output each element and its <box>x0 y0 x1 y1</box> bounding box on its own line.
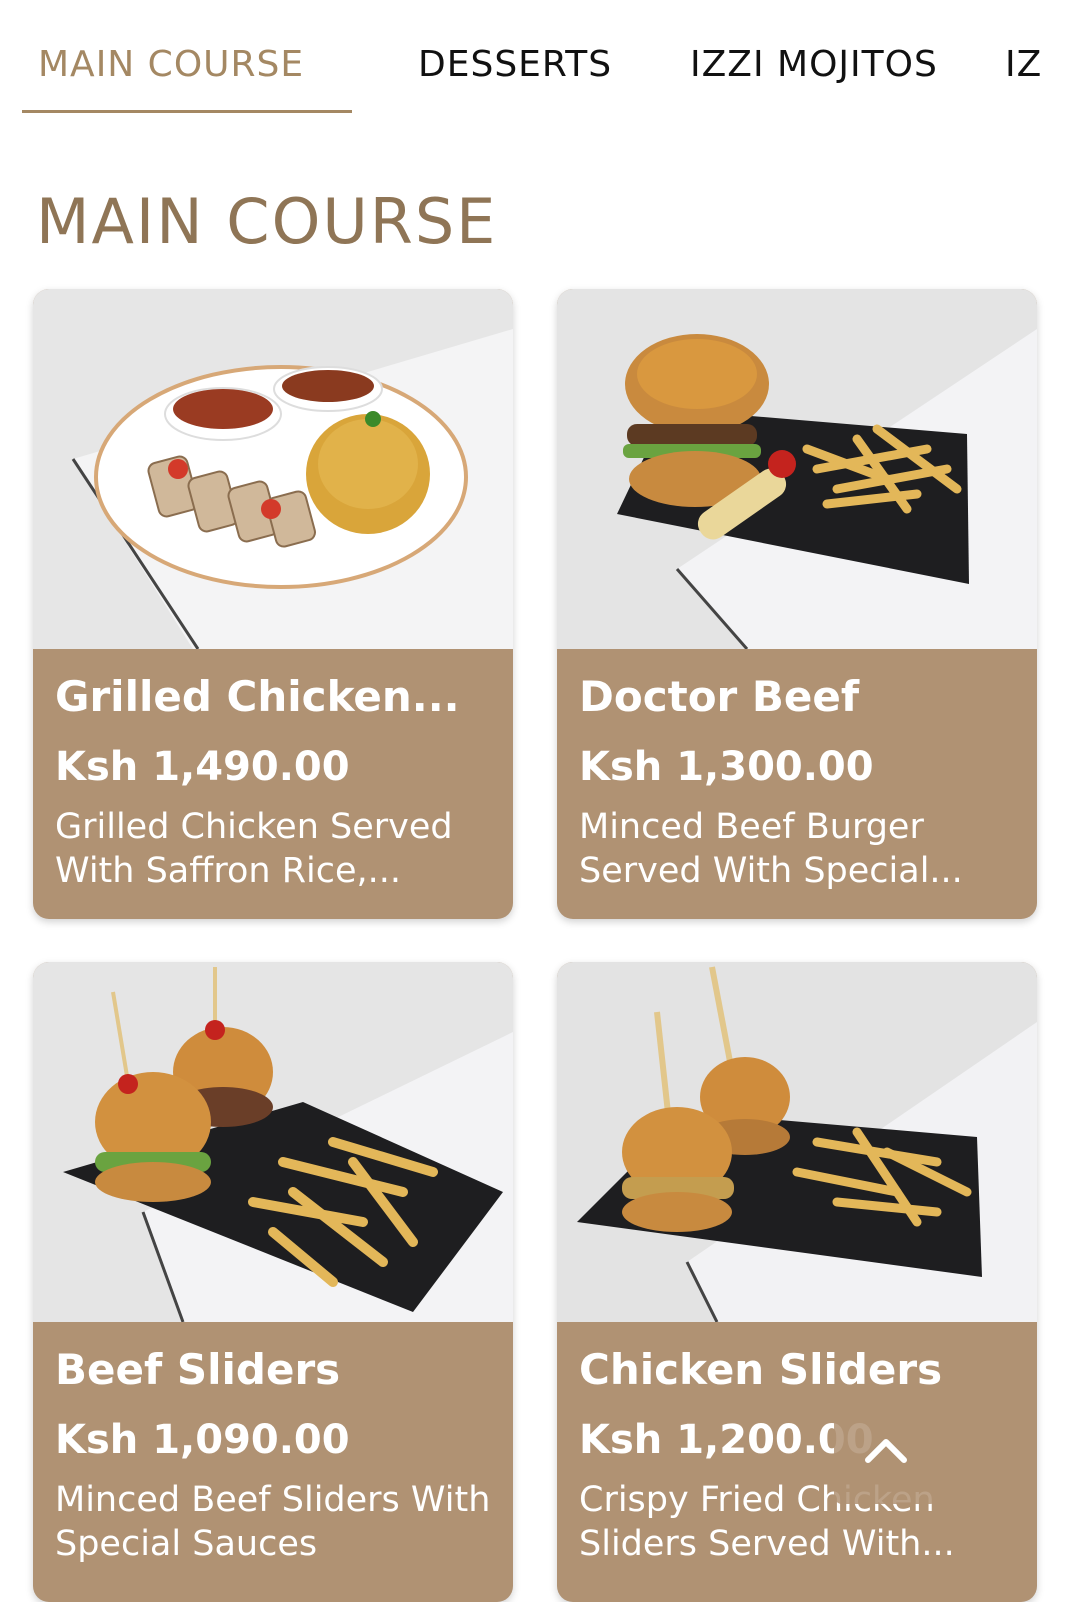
dish-photo <box>33 289 513 649</box>
item-price: Ksh 1,300.00 <box>579 744 874 790</box>
tab-desserts[interactable]: DESSERTS <box>418 44 612 85</box>
item-price: Ksh 1,090.00 <box>55 1417 350 1463</box>
active-tab-indicator <box>22 110 352 113</box>
item-price: Ksh 1,200.00 <box>579 1417 874 1463</box>
menu-item-info: Grilled Chicken... Ksh 1,490.00 Grilled … <box>33 649 513 893</box>
chevron-up-icon <box>862 1434 910 1471</box>
item-description: Minced Beef Sliders With Special Sauces <box>55 1480 491 1564</box>
menu-item-card[interactable]: Grilled Chicken... Ksh 1,490.00 Grilled … <box>33 289 513 919</box>
menu-item-card[interactable]: Beef Sliders Ksh 1,090.00 Minced Beef Sl… <box>33 962 513 1602</box>
tab-main-course[interactable]: MAIN COURSE <box>38 44 304 85</box>
item-description: Grilled Chicken Served With Saffron Rice… <box>55 807 453 891</box>
category-tabs: MAIN COURSE DESSERTS IZZI MOJITOS IZ <box>0 0 1092 120</box>
menu-item-info: Chicken Sliders Ksh 1,200.00 Crispy Frie… <box>557 1322 1037 1566</box>
menu-item-card[interactable]: Doctor Beef Ksh 1,300.00 Minced Beef Bur… <box>557 289 1037 919</box>
menu-item-card[interactable]: Chicken Sliders Ksh 1,200.00 Crispy Frie… <box>557 962 1037 1602</box>
item-title: Doctor Beef <box>579 672 860 721</box>
item-title: Beef Sliders <box>55 1345 341 1394</box>
dish-photo <box>557 962 1037 1322</box>
item-description: Minced Beef Burger Served With Special..… <box>579 807 963 891</box>
menu-item-info: Doctor Beef Ksh 1,300.00 Minced Beef Bur… <box>557 649 1037 893</box>
tab-izzi-mojitos[interactable]: IZZI MOJITOS <box>690 44 938 85</box>
dish-photo <box>33 962 513 1322</box>
menu-item-info: Beef Sliders Ksh 1,090.00 Minced Beef Sl… <box>33 1322 513 1566</box>
dish-photo <box>557 289 1037 649</box>
item-price: Ksh 1,490.00 <box>55 744 350 790</box>
back-to-top-button[interactable] <box>834 1400 938 1504</box>
section-title: MAIN COURSE <box>36 185 498 258</box>
item-title: Grilled Chicken... <box>55 672 460 721</box>
item-description: Crispy Fried Chicken Sliders Served With… <box>579 1480 955 1564</box>
item-title: Chicken Sliders <box>579 1345 943 1394</box>
tab-next-category[interactable]: IZ <box>1005 44 1042 85</box>
